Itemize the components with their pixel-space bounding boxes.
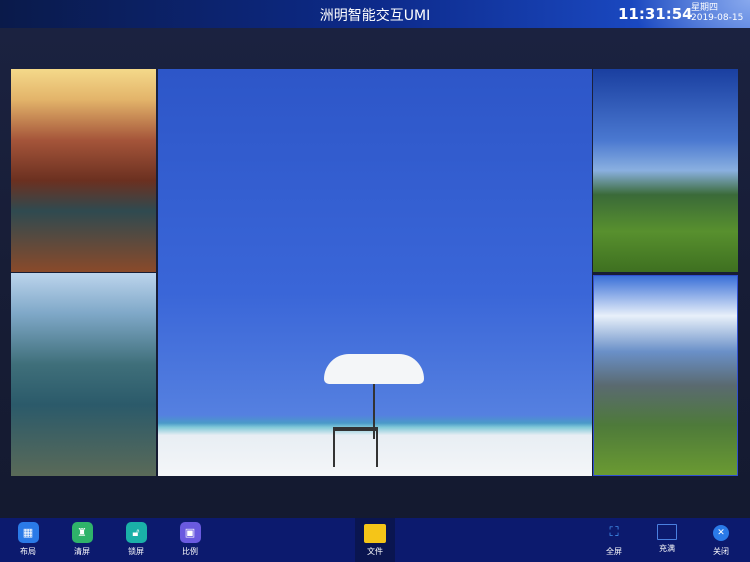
fullscreen-icon: ⛶ [609, 525, 619, 540]
broom-icon: ♜ [71, 522, 93, 543]
layout-label: 布局 [20, 547, 36, 556]
title-bar: 洲明智能交互UMI 11:31:54 星期四 2019-08-15 [0, 0, 750, 70]
lock-screen-button[interactable]: 🔓︎ 锁屏 [116, 522, 156, 557]
weekday: 星期四 [691, 3, 719, 13]
fullscreen-label: 全屏 [606, 547, 622, 556]
lock-icon: 🔓︎ [125, 522, 147, 543]
file-button[interactable]: 文件 [355, 522, 395, 557]
fullscreen-button[interactable]: ⛶ 全屏 [594, 522, 634, 557]
close-label: 关闭 [713, 547, 729, 556]
image-tile-beach-main[interactable] [158, 69, 592, 476]
clear-screen-button[interactable]: ♜ 清屏 [62, 522, 102, 557]
fill-icon [657, 524, 677, 540]
fill-button[interactable]: 充满 [647, 522, 687, 554]
image-tile-mountains[interactable] [593, 275, 738, 476]
date: 2019-08-15 [691, 13, 744, 23]
umbrella [324, 354, 424, 384]
clear-screen-label: 清屏 [74, 547, 90, 556]
ratio-label: 比例 [182, 547, 198, 556]
close-icon: ✕ [713, 525, 729, 541]
folder-icon [364, 524, 386, 543]
beach-table [333, 427, 378, 467]
close-button[interactable]: ✕ 关闭 [701, 522, 741, 557]
layout-button[interactable]: ▦ 布局 [8, 522, 48, 557]
bottom-toolbar: ▦ 布局 ♜ 清屏 🔓︎ 锁屏 ▣ 比例 文件 ⛶ 全屏 充满 ✕ 关闭 [0, 518, 750, 562]
image-tile-heart-lake[interactable] [593, 69, 738, 272]
image-tile-lake-shore[interactable] [11, 273, 156, 476]
image-tile-canyon[interactable] [11, 69, 156, 272]
clock-time: 11:31:54 [618, 5, 693, 23]
fill-label: 充满 [659, 544, 675, 553]
layout-icon: ▦ [17, 522, 39, 543]
lock-screen-label: 锁屏 [128, 547, 144, 556]
file-label: 文件 [367, 547, 383, 556]
ratio-button[interactable]: ▣ 比例 [170, 522, 210, 557]
ratio-icon: ▣ [179, 522, 201, 543]
